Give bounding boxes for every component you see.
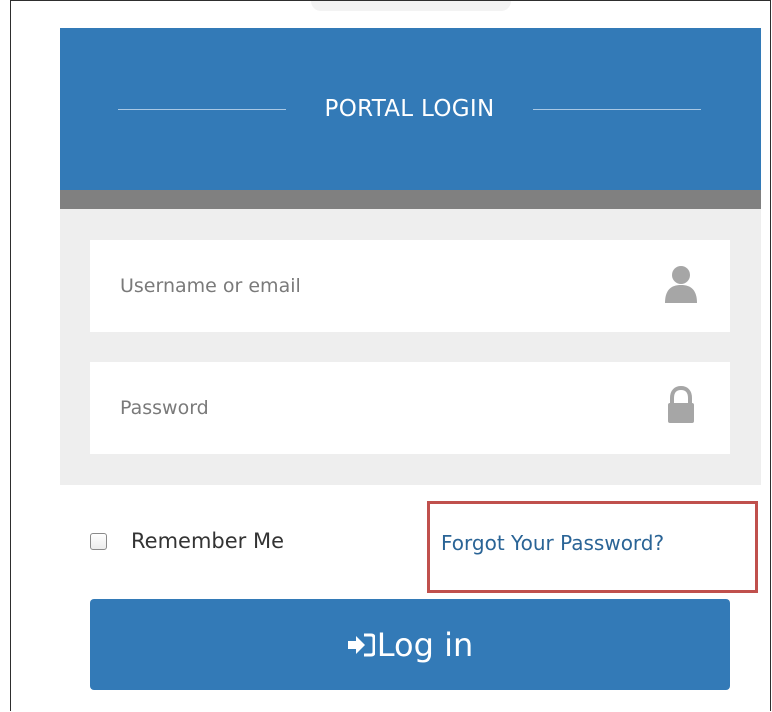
remember-label: Remember Me xyxy=(131,529,284,553)
page-title: PORTAL LOGIN xyxy=(324,96,495,122)
lock-icon xyxy=(668,386,694,423)
username-input[interactable] xyxy=(90,240,650,332)
header-divider-right xyxy=(533,109,701,110)
login-button[interactable]: Log in xyxy=(90,599,730,690)
login-card: PORTAL LOGIN Remember Me Forgot xyxy=(60,28,761,712)
remember-me[interactable]: Remember Me xyxy=(90,527,284,555)
page-frame: PORTAL LOGIN Remember Me Forgot xyxy=(10,0,771,712)
password-field[interactable] xyxy=(90,362,730,454)
username-field[interactable] xyxy=(90,240,730,332)
login-actions: Remember Me Forgot Your Password? Log in xyxy=(60,485,761,712)
header-strip xyxy=(60,190,761,209)
top-shadow xyxy=(311,1,511,11)
card-header: PORTAL LOGIN xyxy=(60,28,761,190)
remember-checkbox[interactable] xyxy=(90,532,107,550)
user-icon xyxy=(665,266,697,303)
forgot-password-link[interactable]: Forgot Your Password? xyxy=(441,529,664,557)
header-divider-left xyxy=(118,109,286,110)
password-input[interactable] xyxy=(90,362,650,454)
sign-in-icon xyxy=(347,633,375,656)
login-button-label: Log in xyxy=(376,625,474,664)
